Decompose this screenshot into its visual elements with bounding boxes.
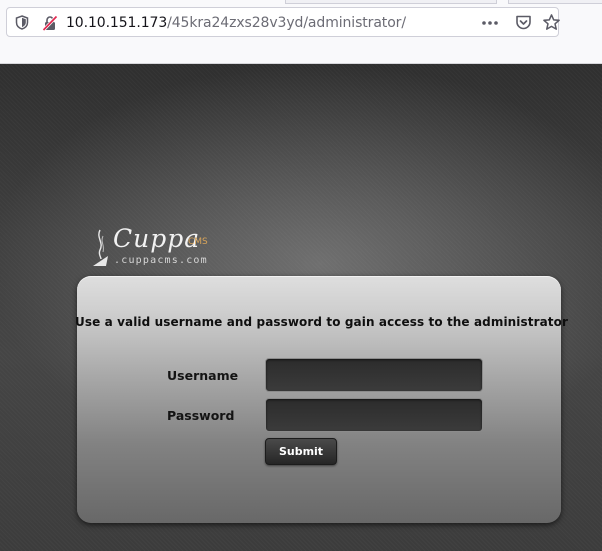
- login-message: Use a valid username and password to gai…: [75, 315, 569, 329]
- bookmark-star-icon[interactable]: [542, 13, 561, 32]
- logo-domain: .cuppacms.com: [114, 255, 208, 266]
- url-path: /45kra24zxs28v3yd/administrator/: [167, 15, 406, 31]
- browser-tab[interactable]: [285, 0, 497, 4]
- password-label: Password: [167, 408, 235, 423]
- username-input[interactable]: [265, 358, 483, 392]
- steam-cup-icon: [93, 229, 108, 266]
- insecure-connection-icon[interactable]: [42, 15, 58, 31]
- submit-button[interactable]: Submit: [265, 438, 337, 465]
- browser-tab[interactable]: [508, 0, 602, 4]
- login-page: Cuppa CMS .cuppacms.com Use a valid user…: [0, 64, 602, 551]
- url-text[interactable]: 10.10.151.173/45kra24zxs28v3yd/administr…: [66, 14, 406, 32]
- password-input[interactable]: [265, 398, 483, 432]
- more-actions-icon[interactable]: [481, 15, 499, 31]
- username-label: Username: [167, 368, 239, 383]
- address-bar[interactable]: 10.10.151.173/45kra24zxs28v3yd/administr…: [6, 7, 561, 37]
- pocket-icon[interactable]: [515, 14, 532, 31]
- browser-toolbar: 10.10.151.173/45kra24zxs28v3yd/administr…: [0, 0, 602, 64]
- logo-suffix: CMS: [188, 237, 208, 247]
- login-panel: Use a valid username and password to gai…: [75, 276, 569, 523]
- cuppa-logo: Cuppa CMS .cuppacms.com: [90, 224, 220, 274]
- url-host: 10.10.151.173: [66, 15, 168, 31]
- shield-icon[interactable]: [15, 15, 29, 30]
